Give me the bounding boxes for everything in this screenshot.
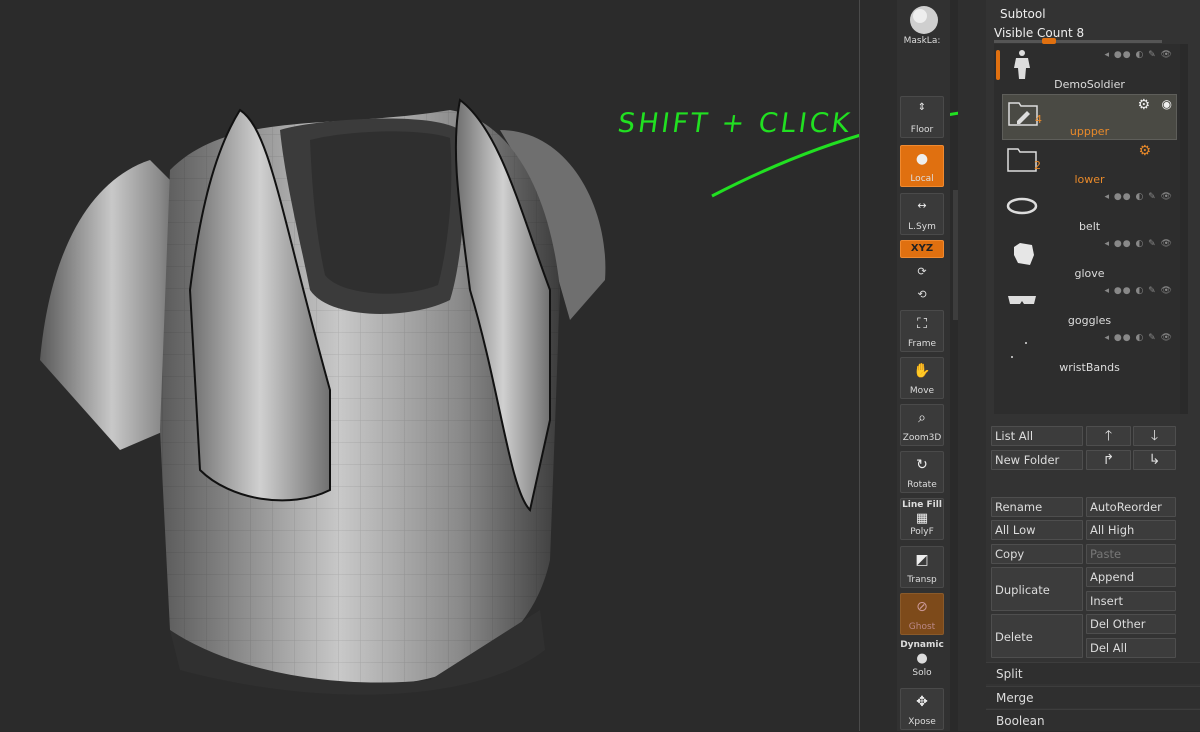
sphere-brush-icon bbox=[910, 6, 938, 34]
subtool-item[interactable]: ◂ ●● ◐ ✎ 👁 goggles bbox=[1002, 282, 1177, 328]
3d-viewport[interactable]: SHIFT + CLICK bbox=[0, 0, 1085, 731]
zoom3d-button[interactable]: ⌕ Zoom3D bbox=[900, 404, 944, 446]
transp-button[interactable]: ◩ Transp bbox=[900, 546, 944, 588]
subtool-item[interactable]: ◂ ●● ◐ ✎ 👁 belt bbox=[1002, 188, 1177, 234]
move-out-folder-icon[interactable]: ↳ bbox=[1133, 450, 1176, 470]
magnifier-icon: ⌕ bbox=[918, 410, 926, 426]
move-up-arrow-icon[interactable]: 🡑 bbox=[1086, 426, 1131, 446]
all-low-button[interactable]: All Low bbox=[991, 520, 1083, 540]
subtool-list-scrollbar[interactable] bbox=[1180, 44, 1188, 414]
rotate-z-icon[interactable]: ⟲ bbox=[900, 288, 944, 301]
delete-button[interactable]: Delete bbox=[991, 614, 1083, 658]
paste-button[interactable]: Paste bbox=[1086, 544, 1176, 564]
gear-icon[interactable]: ⚙ bbox=[1137, 97, 1150, 113]
copy-button[interactable]: Copy bbox=[991, 544, 1083, 564]
lsym-button[interactable]: ↔ L.Sym bbox=[900, 193, 944, 235]
panel-separator bbox=[958, 0, 986, 731]
move-button[interactable]: ✋ Move bbox=[900, 357, 944, 399]
frame-icon: ⛶ bbox=[917, 316, 927, 332]
subtool-item[interactable]: ◂ ●● ◐ ✎ 👁 DemoSoldier bbox=[1002, 46, 1177, 92]
glove-icon bbox=[1014, 243, 1034, 265]
right-shelf: MaskLa: ⇕ Floor ● Local ↔ L.Sym XYZ ⟳ ⟲ … bbox=[897, 0, 950, 731]
soldier-figure-icon bbox=[1014, 50, 1030, 79]
list-all-button[interactable]: List All bbox=[991, 426, 1083, 446]
frame-button[interactable]: ⛶ Frame bbox=[900, 310, 944, 352]
subtool-controls[interactable]: ◂ ●● ◐ ✎ 👁 bbox=[1105, 239, 1174, 249]
rotate-button[interactable]: ↻ Rotate bbox=[900, 451, 944, 493]
eye-icon[interactable]: ◉ bbox=[1162, 97, 1172, 111]
solo-icon[interactable]: ● bbox=[900, 651, 944, 666]
subtool-title[interactable]: Subtool bbox=[1000, 7, 1046, 21]
transparency-icon: ◩ bbox=[915, 552, 929, 568]
goggles-icon bbox=[1008, 296, 1036, 304]
merge-section[interactable]: Merge bbox=[986, 686, 1200, 708]
subtool-item[interactable]: ◂ ●● ◐ ✎ 👁 wristBands bbox=[1002, 329, 1177, 375]
boolean-section[interactable]: Boolean bbox=[986, 709, 1200, 731]
subtool-controls[interactable]: ◂ ●● ◐ ✎ 👁 bbox=[1105, 333, 1174, 343]
local-symmetry-icon: ● bbox=[915, 151, 929, 167]
hand-move-icon: ✋ bbox=[913, 363, 931, 379]
gear-icon[interactable]: ⚙ bbox=[1138, 143, 1151, 159]
subtool-controls[interactable]: ◂ ●● ◐ ✎ 👁 bbox=[1105, 50, 1174, 60]
insert-button[interactable]: Insert bbox=[1086, 591, 1176, 611]
ghost-button[interactable]: ⊘ Ghost bbox=[900, 593, 944, 635]
subtool-controls[interactable]: ◂ ●● ◐ ✎ 👁 bbox=[1105, 286, 1174, 296]
lsym-icon: ↔ bbox=[917, 199, 927, 212]
append-button[interactable]: Append bbox=[1086, 567, 1176, 587]
wristbands-icon bbox=[1011, 342, 1027, 358]
xpose-button[interactable]: ✥ Xpose bbox=[900, 688, 944, 730]
duplicate-button[interactable]: Duplicate bbox=[991, 567, 1083, 611]
rotate-icon: ↻ bbox=[916, 457, 928, 473]
visible-count-slider-label[interactable]: Visible Count 8 bbox=[994, 26, 1084, 40]
del-other-button[interactable]: Del Other bbox=[1086, 614, 1176, 634]
vest-3d-model[interactable] bbox=[30, 90, 650, 710]
shelf-scrollbar[interactable] bbox=[953, 190, 958, 320]
subtool-item[interactable]: ◂ ●● ◐ ✎ 👁 glove bbox=[1002, 235, 1177, 281]
xyz-button[interactable]: XYZ bbox=[900, 240, 944, 258]
rotate-y-icon[interactable]: ⟳ bbox=[900, 265, 944, 278]
belt-icon bbox=[1006, 197, 1038, 215]
shift-click-annotation: SHIFT + CLICK bbox=[615, 108, 855, 139]
split-section[interactable]: Split bbox=[986, 662, 1200, 684]
move-into-folder-icon[interactable]: ↱ bbox=[1086, 450, 1131, 470]
all-high-button[interactable]: All High bbox=[1086, 520, 1176, 540]
subtool-folder[interactable]: 2 ⚙ lower bbox=[1002, 141, 1177, 187]
grid-icon: ▦ bbox=[915, 511, 929, 526]
floor-button[interactable]: ⇕ Floor bbox=[900, 96, 944, 138]
viewport-margin bbox=[860, 0, 897, 731]
active-indicator bbox=[996, 50, 1000, 80]
polyframe-button[interactable]: Line Fill ▦ PolyF bbox=[900, 498, 944, 540]
rename-button[interactable]: Rename bbox=[991, 497, 1083, 517]
visible-count-slider[interactable] bbox=[994, 38, 1162, 44]
move-down-arrow-icon[interactable]: 🡓 bbox=[1133, 426, 1176, 446]
solo-label: Solo bbox=[912, 668, 932, 678]
masklasso-brush-button[interactable]: MaskLa: bbox=[900, 2, 944, 46]
dynamic-label: Dynamic bbox=[900, 640, 944, 650]
auto-reorder-button[interactable]: AutoReorder bbox=[1086, 497, 1176, 517]
subtool-panel: Subtool Visible Count 8 ◂ ●● ◐ ✎ 👁 DemoS… bbox=[986, 0, 1200, 731]
ghost-icon: ⊘ bbox=[916, 599, 928, 615]
local-button[interactable]: ● Local bbox=[900, 145, 944, 187]
xpose-icon: ✥ bbox=[916, 694, 928, 710]
del-all-button[interactable]: Del All bbox=[1086, 638, 1176, 658]
new-folder-button[interactable]: New Folder bbox=[991, 450, 1083, 470]
floor-icon: ⇕ bbox=[917, 102, 927, 113]
subtool-controls[interactable]: ◂ ●● ◐ ✎ 👁 bbox=[1105, 192, 1174, 202]
subtool-folder-selected[interactable]: 4 ⚙ ◉ uppper bbox=[1002, 94, 1177, 140]
